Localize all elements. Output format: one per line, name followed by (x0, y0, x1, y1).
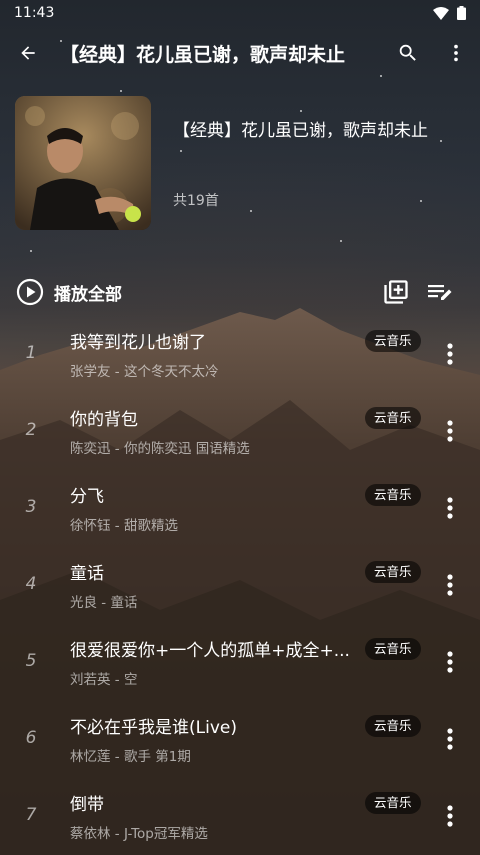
app-bar: 【经典】花儿虽已谢，歌声却未止 (0, 26, 480, 80)
song-more-button[interactable] (438, 494, 462, 522)
more-vert-icon (447, 805, 453, 827)
source-badge: 云音乐 (365, 638, 421, 660)
song-subtitle: 林忆莲 - 歌手 第1期 (70, 749, 191, 765)
playlist-edit-icon (428, 285, 452, 300)
add-to-playlist-button[interactable] (382, 278, 410, 306)
song-index: 3 (25, 497, 37, 517)
song-row[interactable]: 1 我等到花儿也谢了 张学友 - 这个冬天不太冷 云音乐 (0, 318, 480, 395)
song-row[interactable]: 3 分飞 徐怀钰 - 甜歌精选 云音乐 (0, 472, 480, 549)
song-title: 我等到花儿也谢了 (70, 333, 206, 353)
song-more-button[interactable] (438, 340, 462, 368)
song-subtitle: 张学友 - 这个冬天不太冷 (70, 364, 219, 380)
song-subtitle: 陈奕迅 - 你的陈奕迅 国语精选 (70, 441, 250, 457)
source-badge: 云音乐 (365, 407, 421, 429)
song-title: 倒带 (70, 795, 104, 815)
arrow-back-icon (21, 46, 35, 60)
song-more-button[interactable] (438, 648, 462, 676)
song-more-button[interactable] (438, 802, 462, 830)
page-title: 【经典】花儿虽已谢，歌声却未止 (60, 43, 346, 66)
song-row[interactable]: 4 童话 光良 - 童话 云音乐 (0, 549, 480, 626)
search-button[interactable] (384, 26, 432, 80)
edit-list-button[interactable] (426, 278, 454, 306)
song-more-button[interactable] (438, 571, 462, 599)
play-all-label: 播放全部 (54, 284, 122, 305)
source-badge: 云音乐 (365, 715, 421, 737)
song-subtitle: 蔡依林 - J-Top冠军精选 (70, 826, 208, 842)
song-title: 很爱很爱你+一个人的孤单+成全+... (70, 641, 350, 661)
library-add-icon (384, 280, 408, 304)
song-more-button[interactable] (438, 725, 462, 753)
song-row[interactable]: 2 你的背包 陈奕迅 - 你的陈奕迅 国语精选 云音乐 (0, 395, 480, 472)
song-title: 童话 (70, 564, 104, 584)
wifi-icon (433, 6, 449, 20)
search-icon (399, 44, 416, 61)
source-badge: 云音乐 (365, 561, 421, 583)
song-row[interactable]: 5 很爱很爱你+一个人的孤单+成全+... 刘若英 - 空 云音乐 (0, 626, 480, 703)
more-vert-icon (447, 343, 453, 365)
song-index: 4 (25, 574, 37, 594)
more-options-button[interactable] (432, 26, 480, 80)
more-vert-icon (447, 497, 453, 519)
source-badge: 云音乐 (365, 484, 421, 506)
song-row[interactable]: 6 不必在乎我是谁(Live) 林忆莲 - 歌手 第1期 云音乐 (0, 703, 480, 780)
back-button[interactable] (0, 26, 56, 80)
more-vert-icon (447, 574, 453, 596)
song-index: 1 (25, 343, 37, 363)
song-subtitle: 刘若英 - 空 (70, 672, 138, 688)
more-vert-icon (447, 420, 453, 442)
song-row[interactable]: 7 倒带 蔡依林 - J-Top冠军精选 云音乐 (0, 780, 480, 855)
play-circle-icon (16, 278, 44, 306)
playlist-title: 【经典】花儿虽已谢，歌声却未止 (173, 121, 428, 141)
more-vert-icon (454, 44, 458, 62)
battery-icon (457, 6, 466, 20)
more-vert-icon (447, 651, 453, 673)
song-list: 1 我等到花儿也谢了 张学友 - 这个冬天不太冷 云音乐 2 你的背包 陈奕迅 … (0, 318, 480, 855)
song-subtitle: 光良 - 童话 (70, 595, 138, 611)
status-bar: 11:43 (0, 0, 480, 26)
play-all-button[interactable]: 播放全部 (0, 278, 122, 306)
playlist-track-count: 共19首 (173, 193, 219, 209)
song-subtitle: 徐怀钰 - 甜歌精选 (70, 518, 178, 534)
play-all-bar: 播放全部 (0, 268, 480, 316)
more-vert-icon (447, 728, 453, 750)
status-time: 11:43 (14, 5, 55, 21)
source-badge: 云音乐 (365, 792, 421, 814)
source-badge: 云音乐 (365, 330, 421, 352)
playlist-header: 【经典】花儿虽已谢，歌声却未止 共19首 (15, 96, 465, 231)
song-index: 6 (25, 728, 37, 748)
song-title: 不必在乎我是谁(Live) (70, 718, 237, 738)
song-more-button[interactable] (438, 417, 462, 445)
song-title: 你的背包 (70, 410, 138, 430)
playlist-cover[interactable] (15, 96, 151, 230)
song-title: 分飞 (70, 487, 104, 507)
song-index: 7 (25, 805, 37, 825)
song-index: 5 (25, 651, 37, 671)
song-index: 2 (25, 420, 37, 440)
